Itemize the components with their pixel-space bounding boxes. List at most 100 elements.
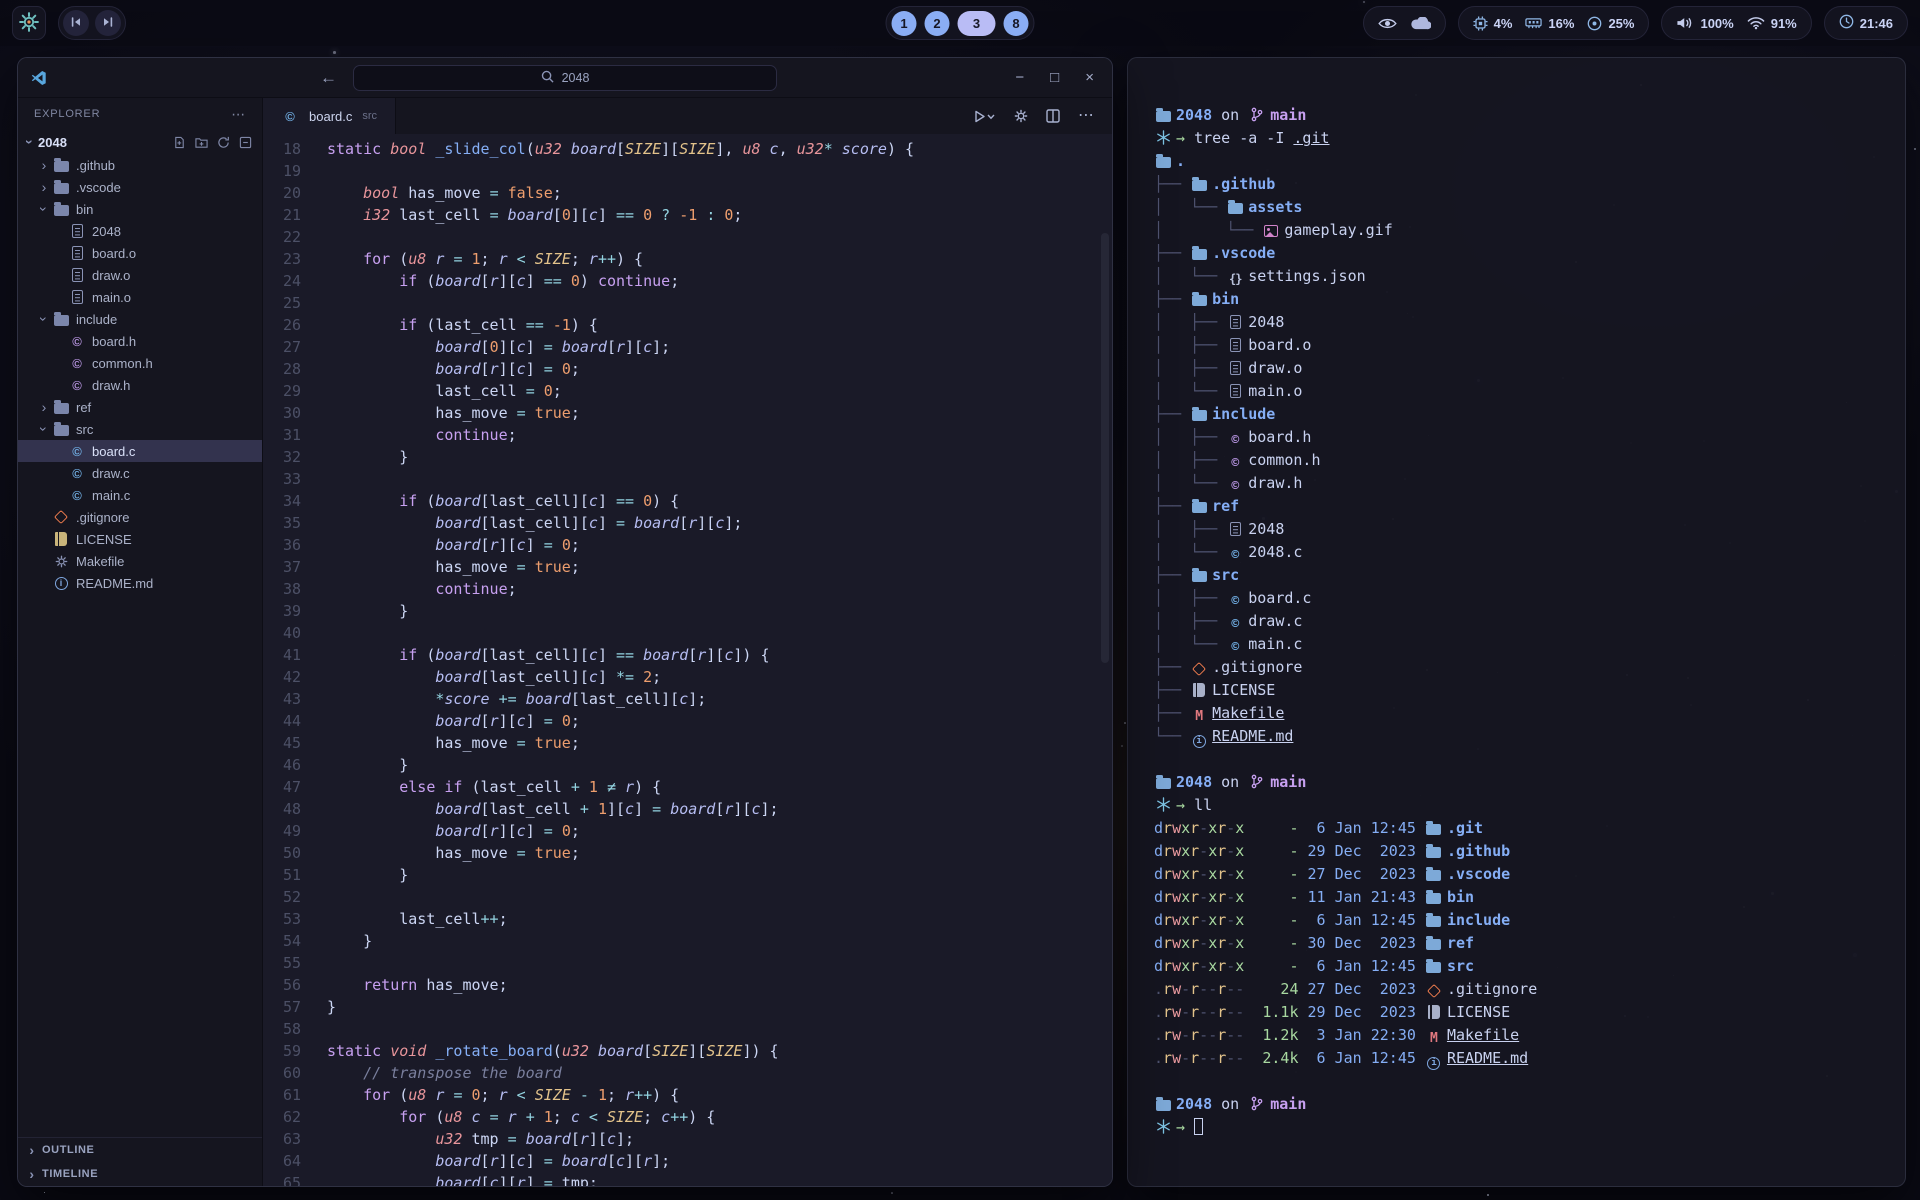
code-line-40[interactable]: 40 <box>263 622 1112 644</box>
code-line-20[interactable]: 20 bool has_move = false; <box>263 182 1112 204</box>
maximize-button[interactable]: □ <box>1050 69 1059 86</box>
indicators-pill[interactable] <box>1363 6 1446 40</box>
explorer-item-draw.c[interactable]: ©draw.c <box>18 462 262 484</box>
code-line-21[interactable]: 21 i32 last_cell = board[0][c] == 0 ? -1… <box>263 204 1112 226</box>
collapse-folders-icon[interactable] <box>239 136 252 149</box>
workspace-1[interactable]: 1 <box>892 11 917 36</box>
code-line-65[interactable]: 65 board[c][r] = tmp; <box>263 1172 1112 1186</box>
code-line-45[interactable]: 45 has_move = true; <box>263 732 1112 754</box>
settings-icon[interactable] <box>1014 109 1028 123</box>
workspace-2[interactable]: 2 <box>925 11 950 36</box>
code-line-38[interactable]: 38 continue; <box>263 578 1112 600</box>
code-line-26[interactable]: 26 if (last_cell == -1) { <box>263 314 1112 336</box>
explorer-item-Makefile[interactable]: Makefile <box>18 550 262 572</box>
code-line-30[interactable]: 30 has_move = true; <box>263 402 1112 424</box>
code-line-19[interactable]: 19 <box>263 160 1112 182</box>
explorer-item-common.h[interactable]: ©common.h <box>18 352 262 374</box>
explorer-item-ref[interactable]: ›ref <box>18 396 262 418</box>
code-line-32[interactable]: 32 } <box>263 446 1112 468</box>
launcher-button[interactable] <box>12 6 46 40</box>
explorer-root-folder[interactable]: › 2048 <box>18 130 262 154</box>
code-line-56[interactable]: 56 return has_move; <box>263 974 1112 996</box>
code-line-23[interactable]: 23 for (u8 r = 1; r < SIZE; r++) { <box>263 248 1112 270</box>
code-line-58[interactable]: 58 <box>263 1018 1112 1040</box>
code-line-49[interactable]: 49 board[r][c] = 0; <box>263 820 1112 842</box>
code-line-41[interactable]: 41 if (board[last_cell][c] == board[r][c… <box>263 644 1112 666</box>
sidebar-section-outline[interactable]: ›OUTLINE <box>18 1138 262 1162</box>
code-line-53[interactable]: 53 last_cell++; <box>263 908 1112 930</box>
explorer-item-bin[interactable]: ›bin <box>18 198 262 220</box>
code-line-64[interactable]: 64 board[r][c] = board[c][r]; <box>263 1150 1112 1172</box>
code-line-27[interactable]: 27 board[0][c] = board[r][c]; <box>263 336 1112 358</box>
explorer-item-board.c[interactable]: ©board.c <box>18 440 262 462</box>
code-line-24[interactable]: 24 if (board[r][c] == 0) continue; <box>263 270 1112 292</box>
code-line-59[interactable]: 59static void _rotate_board(u32 board[SI… <box>263 1040 1112 1062</box>
explorer-item-src[interactable]: ›src <box>18 418 262 440</box>
explorer-item-main.c[interactable]: ©main.c <box>18 484 262 506</box>
explorer-item-2048[interactable]: 2048 <box>18 220 262 242</box>
workspace-8[interactable]: 8 <box>1004 11 1029 36</box>
explorer-item-draw.h[interactable]: ©draw.h <box>18 374 262 396</box>
editor-scrollbar[interactable] <box>1101 233 1109 663</box>
explorer-item-LICENSE[interactable]: LICENSE <box>18 528 262 550</box>
code-line-57[interactable]: 57} <box>263 996 1112 1018</box>
explorer-item-.gitignore[interactable]: .gitignore <box>18 506 262 528</box>
volume-wifi-pill[interactable]: 100%91% <box>1661 6 1811 40</box>
skip-forward-button[interactable] <box>95 10 121 36</box>
code-line-46[interactable]: 46 } <box>263 754 1112 776</box>
explorer-more-icon[interactable]: ⋯ <box>231 106 246 123</box>
code-line-51[interactable]: 51 } <box>263 864 1112 886</box>
code-line-61[interactable]: 61 for (u8 r = 0; r < SIZE - 1; r++) { <box>263 1084 1112 1106</box>
explorer-item-.github[interactable]: ›.github <box>18 154 262 176</box>
workspace-3-active[interactable]: 3 <box>958 11 996 36</box>
code-line-35[interactable]: 35 board[last_cell][c] = board[r][c]; <box>263 512 1112 534</box>
refresh-icon[interactable] <box>217 136 230 149</box>
code-line-36[interactable]: 36 board[r][c] = 0; <box>263 534 1112 556</box>
explorer-item-draw.o[interactable]: draw.o <box>18 264 262 286</box>
code-line-39[interactable]: 39 } <box>263 600 1112 622</box>
code-line-28[interactable]: 28 board[r][c] = 0; <box>263 358 1112 380</box>
sidebar-section-timeline[interactable]: ›TIMELINE <box>18 1162 262 1186</box>
more-icon[interactable]: ⋯ <box>1078 108 1094 124</box>
new-file-icon[interactable] <box>173 136 186 149</box>
run-icon[interactable] <box>974 110 996 123</box>
code-line-60[interactable]: 60 // transpose the board <box>263 1062 1112 1084</box>
code-line-18[interactable]: 18static bool _slide_col(u32 board[SIZE]… <box>263 138 1112 160</box>
skip-back-button[interactable] <box>63 10 89 36</box>
code-line-44[interactable]: 44 board[r][c] = 0; <box>263 710 1112 732</box>
close-button[interactable]: × <box>1085 69 1094 86</box>
code-editor[interactable]: 18static bool _slide_col(u32 board[SIZE]… <box>263 134 1112 1186</box>
code-line-34[interactable]: 34 if (board[last_cell][c] == 0) { <box>263 490 1112 512</box>
code-line-29[interactable]: 29 last_cell = 0; <box>263 380 1112 402</box>
code-line-63[interactable]: 63 u32 tmp = board[r][c]; <box>263 1128 1112 1150</box>
explorer-item-board.o[interactable]: board.o <box>18 242 262 264</box>
code-line-50[interactable]: 50 has_move = true; <box>263 842 1112 864</box>
explorer-item-.vscode[interactable]: ›.vscode <box>18 176 262 198</box>
explorer-item-main.o[interactable]: main.o <box>18 286 262 308</box>
split-editor-icon[interactable] <box>1046 109 1060 123</box>
tab-board.c[interactable]: © board.c src <box>263 98 396 134</box>
code-line-37[interactable]: 37 has_move = true; <box>263 556 1112 578</box>
code-line-48[interactable]: 48 board[last_cell + 1][c] = board[r][c]… <box>263 798 1112 820</box>
code-line-25[interactable]: 25 <box>263 292 1112 314</box>
minimize-button[interactable]: − <box>1015 69 1024 86</box>
code-line-31[interactable]: 31 continue; <box>263 424 1112 446</box>
explorer-item-include[interactable]: ›include <box>18 308 262 330</box>
code-line-33[interactable]: 33 <box>263 468 1112 490</box>
code-line-55[interactable]: 55 <box>263 952 1112 974</box>
code-line-62[interactable]: 62 for (u8 c = r + 1; c < SIZE; c++) { <box>263 1106 1112 1128</box>
new-folder-icon[interactable] <box>195 136 208 149</box>
terminal-window[interactable]: 2048 on main→ tree -a -I .git.├── .githu… <box>1127 57 1906 1187</box>
code-line-52[interactable]: 52 <box>263 886 1112 908</box>
code-line-47[interactable]: 47 else if (last_cell + 1 ≠ r) { <box>263 776 1112 798</box>
code-line-22[interactable]: 22 <box>263 226 1112 248</box>
editor-titlebar[interactable]: ← → 2048 − □ × <box>18 58 1112 98</box>
history-back-icon[interactable]: ← <box>320 68 337 88</box>
explorer-item-board.h[interactable]: ©board.h <box>18 330 262 352</box>
code-line-42[interactable]: 42 board[last_cell][c] *= 2; <box>263 666 1112 688</box>
explorer-item-README.md[interactable]: iREADME.md <box>18 572 262 594</box>
code-line-54[interactable]: 54 } <box>263 930 1112 952</box>
command-center-search[interactable]: 2048 <box>353 65 777 91</box>
file-label: draw.o <box>92 268 130 283</box>
code-line-43[interactable]: 43 *score += board[last_cell][c]; <box>263 688 1112 710</box>
